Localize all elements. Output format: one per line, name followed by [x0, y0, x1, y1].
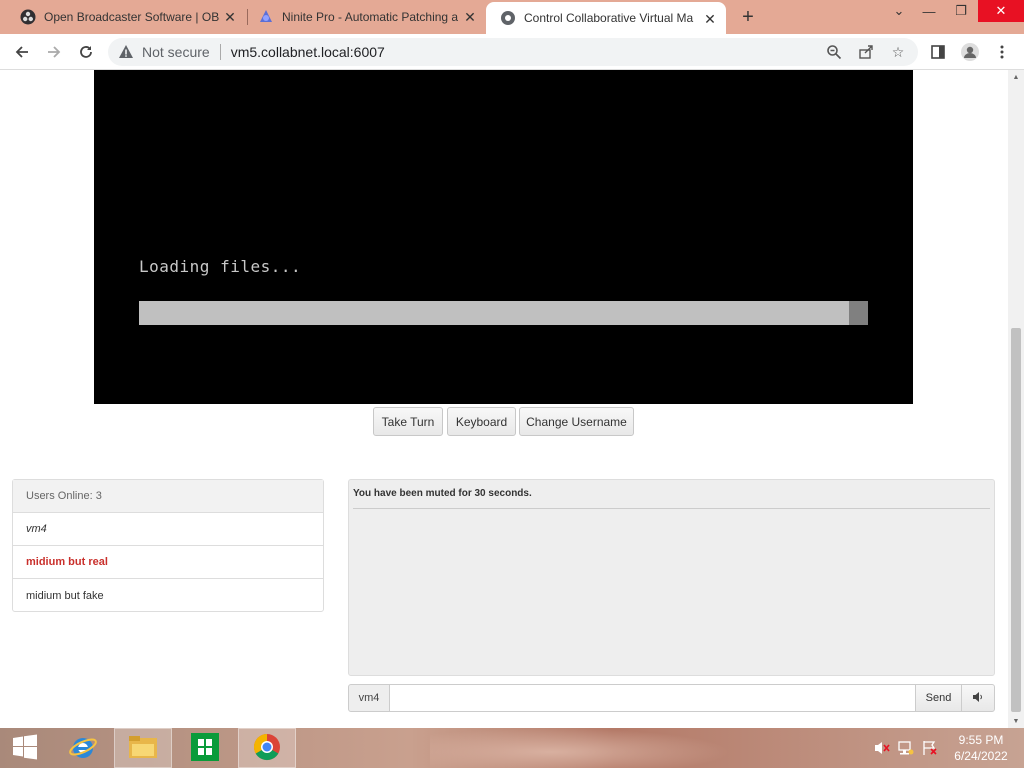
profile-avatar-icon[interactable]: [958, 40, 982, 64]
page-content: Loading files... Take Turn Keyboard Chan…: [0, 70, 1008, 728]
scroll-up-icon[interactable]: ▲: [1008, 70, 1024, 84]
close-icon[interactable]: ✕: [222, 9, 238, 25]
folder-icon: [128, 734, 158, 763]
share-icon[interactable]: [854, 38, 878, 66]
vm-display[interactable]: Loading files...: [94, 70, 913, 404]
clock-time: 9:55 PM: [958, 733, 1004, 747]
file-explorer-taskbar-item[interactable]: [114, 728, 172, 768]
vm-controls: Take Turn Keyboard Change Username: [0, 407, 1008, 437]
tab-label: Open Broadcaster Software | OBS: [44, 10, 220, 24]
menu-kebab-icon[interactable]: [990, 40, 1014, 64]
tab-search-icon[interactable]: ⌄: [884, 0, 914, 22]
tab-ninite[interactable]: Ninite Pro - Automatic Patching a ✕: [238, 0, 486, 34]
change-username-button[interactable]: Change Username: [519, 407, 634, 436]
chrome-icon: [252, 732, 282, 765]
tab-obs[interactable]: Open Broadcaster Software | OBS ✕: [0, 0, 246, 34]
user-list-item[interactable]: midium but real: [13, 546, 323, 579]
tab-collabvm[interactable]: Control Collaborative Virtual Ma ✕: [486, 2, 726, 34]
warning-icon[interactable]: [118, 44, 134, 60]
windows-taskbar: 9:55 PM 6/24/2022: [0, 728, 1024, 768]
address-bar[interactable]: Not secure vm5.collabnet.local:6007 ☆: [108, 38, 918, 66]
start-button[interactable]: [0, 728, 50, 768]
volume-muted-icon[interactable]: [874, 740, 890, 756]
close-icon[interactable]: ✕: [462, 9, 478, 25]
wallpaper-background: [430, 728, 730, 768]
page-scrollbar[interactable]: ▲ ▼: [1008, 70, 1024, 728]
bookmark-star-icon[interactable]: ☆: [886, 38, 910, 66]
vm-progress-fill: [139, 301, 850, 325]
chat-log: You have been muted for 30 seconds.: [348, 479, 995, 676]
side-panel-icon[interactable]: [926, 40, 950, 64]
internet-explorer-icon: [68, 732, 98, 765]
tab-label: Ninite Pro - Automatic Patching a: [282, 10, 458, 24]
store-icon: [190, 732, 220, 765]
chat-username-label: vm4: [348, 684, 390, 712]
users-online-header: Users Online: 3: [13, 480, 323, 513]
take-turn-button[interactable]: Take Turn: [373, 407, 443, 436]
address-divider: [219, 44, 221, 60]
internet-explorer-taskbar-item[interactable]: [54, 728, 112, 768]
store-taskbar-item[interactable]: [176, 728, 234, 768]
user-list-item[interactable]: midium but fake: [13, 579, 323, 612]
back-icon[interactable]: [10, 40, 34, 64]
browser-toolbar: Not secure vm5.collabnet.local:6007 ☆: [0, 34, 1024, 70]
users-online-panel: Users Online: 3 vm4 midium but real midi…: [12, 479, 324, 612]
vm-progress-bar: [139, 301, 868, 325]
obs-icon: [20, 9, 36, 25]
url-text[interactable]: vm5.collabnet.local:6007: [231, 44, 385, 60]
chat-message: You have been muted for 30 seconds.: [353, 488, 532, 499]
network-icon[interactable]: [898, 740, 914, 756]
clock-date: 6/24/2022: [954, 749, 1008, 763]
browser-tab-strip: Open Broadcaster Software | OBS ✕ Ninite…: [0, 0, 1024, 34]
chat-input[interactable]: [389, 684, 916, 712]
security-label: Not secure: [142, 44, 210, 60]
user-list-item[interactable]: vm4: [13, 513, 323, 546]
vm-screen-text: Loading files...: [139, 257, 302, 276]
scrollbar-thumb[interactable]: [1011, 328, 1021, 712]
chat-input-row: vm4 Send: [348, 684, 995, 712]
close-window-button[interactable]: ✕: [978, 0, 1024, 22]
ninite-icon: [258, 9, 274, 25]
zoom-icon[interactable]: [822, 38, 846, 66]
globe-icon: [500, 10, 516, 26]
restore-icon[interactable]: ❐: [946, 0, 976, 22]
speaker-icon: [972, 691, 984, 706]
reload-icon[interactable]: [74, 40, 98, 64]
keyboard-button[interactable]: Keyboard: [447, 407, 516, 436]
action-center-flag-icon[interactable]: [922, 740, 938, 756]
windows-logo-icon: [12, 734, 38, 763]
chrome-taskbar-item[interactable]: [238, 728, 296, 768]
sound-toggle-button[interactable]: [961, 684, 995, 712]
scroll-down-icon[interactable]: ▼: [1008, 714, 1024, 728]
send-button[interactable]: Send: [915, 684, 962, 712]
close-icon[interactable]: ✕: [702, 11, 718, 27]
tab-label: Control Collaborative Virtual Ma: [524, 11, 694, 25]
minimize-icon[interactable]: —: [914, 0, 944, 22]
forward-icon[interactable]: [42, 40, 66, 64]
system-clock[interactable]: 9:55 PM 6/24/2022: [946, 732, 1016, 764]
new-tab-button[interactable]: +: [737, 6, 759, 28]
chat-divider: [353, 508, 990, 509]
